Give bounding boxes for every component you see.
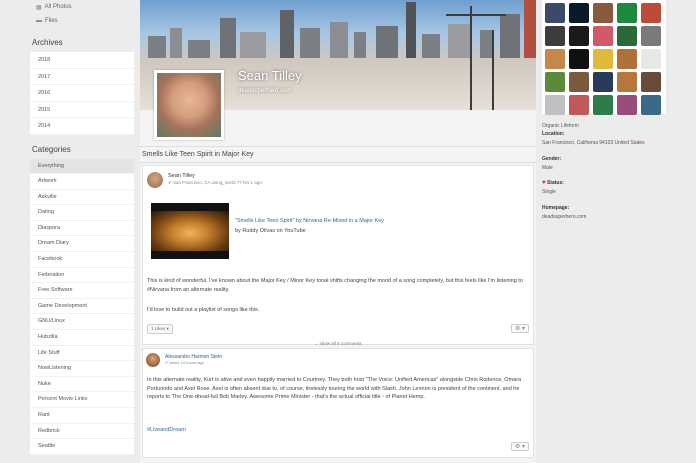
- contact-avatar[interactable]: [593, 49, 613, 69]
- status-label: ♥ Status:: [542, 180, 564, 186]
- category-item[interactable]: Percent Movie Links: [30, 392, 134, 408]
- right-sidebar: Organic Lifeform Location: San Francisco…: [540, 0, 696, 463]
- contact-avatar[interactable]: [641, 26, 661, 46]
- homepage-label: Homepage:: [542, 205, 570, 211]
- category-item[interactable]: NowListening: [30, 361, 134, 377]
- category-item[interactable]: Facebook: [30, 252, 134, 268]
- archives-list: 2018 2017 2016 2015 2014: [30, 52, 134, 135]
- sidebar-item-photos[interactable]: ▦ All Photos: [30, 0, 134, 14]
- profile-name[interactable]: Sean Tilley: [238, 68, 302, 83]
- archive-item[interactable]: 2015: [30, 101, 134, 118]
- contact-avatar[interactable]: [617, 72, 637, 92]
- categories-list: Everything Artwork Askville Dating Diasp…: [30, 158, 134, 455]
- contact-avatar[interactable]: [641, 72, 661, 92]
- contact-avatar[interactable]: [617, 95, 637, 115]
- contact-avatar[interactable]: [641, 49, 661, 69]
- contact-avatar[interactable]: [593, 26, 613, 46]
- contact-avatar[interactable]: [569, 3, 589, 23]
- gender-label: Gender:: [542, 156, 562, 162]
- avatar[interactable]: [147, 172, 163, 188]
- category-item[interactable]: Hubzilla: [30, 330, 134, 346]
- contact-avatar[interactable]: [593, 72, 613, 92]
- category-item[interactable]: Diaspora: [30, 220, 134, 237]
- video-byline: by Ruddy Olivas on YouTube: [235, 228, 306, 234]
- gender-value: Male: [542, 165, 553, 171]
- contact-avatar[interactable]: [569, 26, 589, 46]
- category-item[interactable]: Everything: [30, 158, 134, 175]
- contact-avatar[interactable]: [545, 26, 565, 46]
- profile-url[interactable]: deadsuperhero.com: [238, 88, 291, 94]
- category-item[interactable]: Dream Diary: [30, 236, 134, 253]
- contact-avatar[interactable]: [569, 72, 589, 92]
- post-body-paragraph: This is kind of wonderful. I've known ab…: [147, 278, 523, 293]
- post-author[interactable]: Sean Tilley: [168, 173, 195, 179]
- contact-avatar[interactable]: [569, 49, 589, 69]
- contact-avatar[interactable]: [617, 26, 637, 46]
- avatar[interactable]: [146, 353, 160, 367]
- main-column: Sean Tilley deadsuperhero.com Smells Lik…: [140, 0, 536, 463]
- category-item[interactable]: GNU/Linux: [30, 314, 134, 331]
- contact-avatar[interactable]: [569, 95, 589, 115]
- status-value: Single: [542, 189, 556, 195]
- contact-avatar[interactable]: [545, 95, 565, 115]
- contact-avatar[interactable]: [617, 3, 637, 23]
- video-frame: [151, 211, 229, 251]
- category-item[interactable]: Nuke: [30, 376, 134, 393]
- likes-button[interactable]: 1 Likes ▾: [147, 324, 173, 334]
- post-meta: ✔ San Francisco, CA using_world 77 hrs 1…: [168, 180, 262, 185]
- location-value: San Francisco, California 94103 United S…: [542, 140, 645, 146]
- location-label: Location:: [542, 131, 565, 137]
- post-body-paragraph: I'd love to build out a playlist of song…: [147, 307, 260, 313]
- contact-avatar[interactable]: [545, 49, 565, 69]
- archives-heading: Archives: [32, 38, 63, 47]
- contacts-grid: [542, 0, 666, 115]
- contact-avatar[interactable]: [593, 3, 613, 23]
- categories-heading: Categories: [32, 144, 71, 154]
- contact-avatar[interactable]: [617, 49, 637, 69]
- video-thumbnail[interactable]: [151, 203, 229, 259]
- comment-meta: ✔ about 10 hours ago: [165, 360, 204, 365]
- category-item[interactable]: Dating: [30, 205, 134, 221]
- profile-avatar[interactable]: [154, 70, 224, 140]
- category-item[interactable]: Free Software: [30, 283, 134, 299]
- category-item[interactable]: Redbrick: [30, 423, 134, 440]
- left-sidebar: ▦ All Photos ▬ Files Archives 2018 2017 …: [30, 0, 134, 463]
- post-settings-button[interactable]: ⚙ ▾: [510, 324, 529, 333]
- archive-item[interactable]: 2018: [30, 52, 134, 69]
- contact-avatar[interactable]: [641, 95, 661, 115]
- contact-avatar[interactable]: [545, 72, 565, 92]
- contact-avatar[interactable]: [545, 3, 565, 23]
- comment-body: In this alternate reality, Kurt is alive…: [147, 377, 522, 400]
- archive-item[interactable]: 2016: [30, 85, 134, 102]
- category-item[interactable]: Life Stuff: [30, 345, 134, 362]
- category-item[interactable]: Artwork: [30, 174, 134, 190]
- sidebar-item-files[interactable]: ▬ Files: [30, 14, 134, 28]
- show-all-comments-link[interactable]: ⌄ show all 8 comments: [140, 341, 536, 347]
- category-item[interactable]: Federation: [30, 267, 134, 284]
- hashtag-link[interactable]: #LiveandDream: [147, 427, 186, 433]
- photos-icon: ▦: [36, 4, 42, 11]
- category-item[interactable]: Game Development: [30, 298, 134, 315]
- video-title-link[interactable]: "Smells Like Teen Spirit" by Nirvana Re-…: [235, 218, 384, 224]
- category-item[interactable]: Seattle: [30, 439, 134, 455]
- archive-item[interactable]: 2014: [30, 118, 134, 135]
- category-item[interactable]: Askville: [30, 189, 134, 206]
- contact-avatar[interactable]: [641, 3, 661, 23]
- category-item[interactable]: Rant: [30, 408, 134, 424]
- profile-organization: Organic Lifeform: [542, 123, 579, 129]
- post-card: Sean Tilley ✔ San Francisco, CA using_wo…: [142, 165, 534, 345]
- archive-item[interactable]: 2017: [30, 68, 134, 85]
- contact-avatar[interactable]: [593, 95, 613, 115]
- comment-settings-button[interactable]: ⚙ ▾: [510, 442, 529, 451]
- heart-icon: ♥: [542, 180, 546, 186]
- post-title[interactable]: Smells Like Teen Spirit in Major Key: [142, 151, 254, 158]
- folder-icon: ▬: [36, 18, 42, 24]
- comment-card: Alessandro Harmon Stein ✔ about 10 hours…: [142, 348, 534, 458]
- homepage-link[interactable]: deadsuperhero.com: [542, 214, 586, 220]
